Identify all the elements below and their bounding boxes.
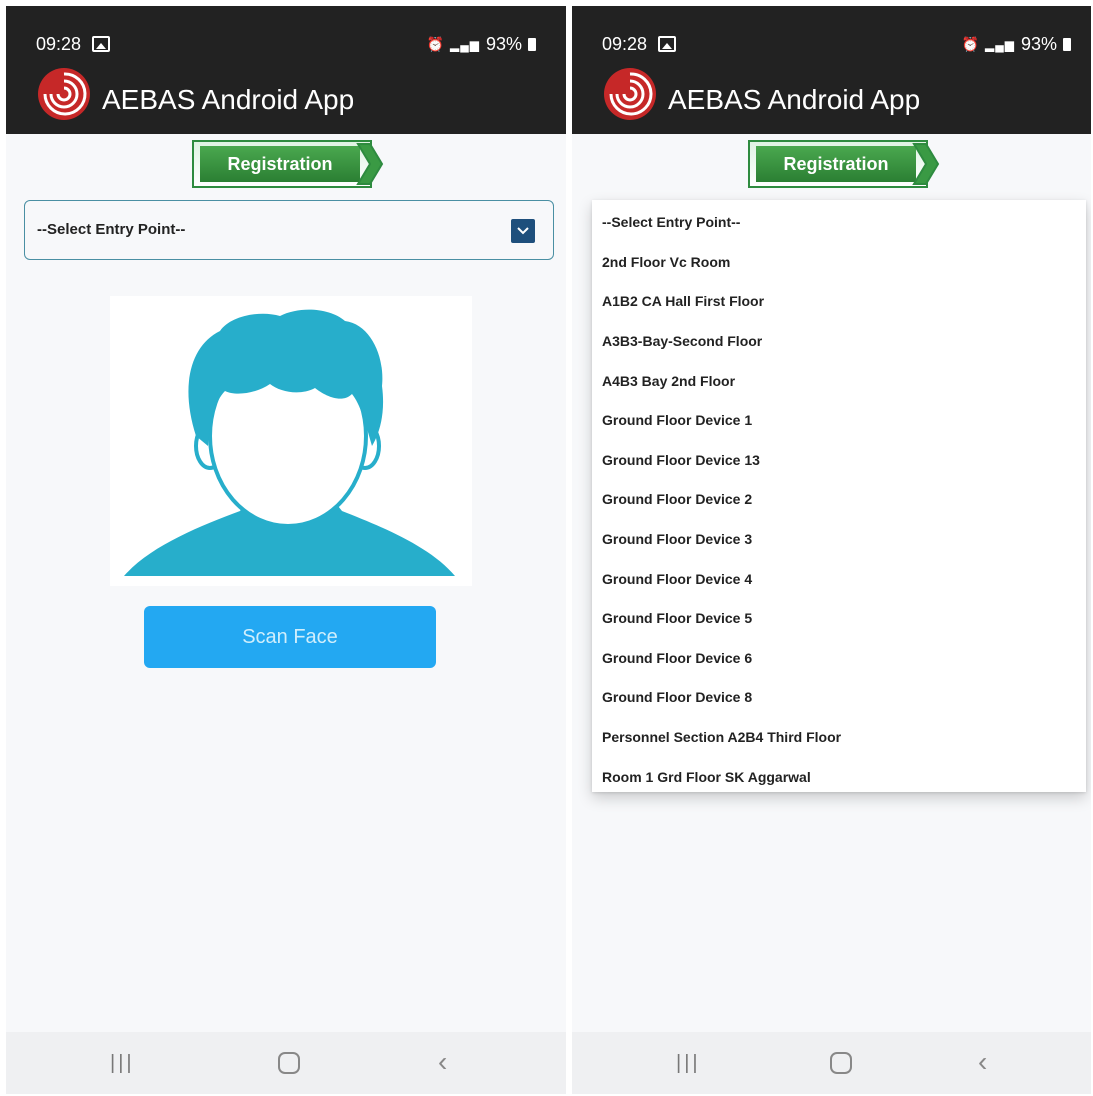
entry-point-select[interactable]: --Select Entry Point-- bbox=[24, 200, 554, 260]
dropdown-option[interactable]: A1B2 CA Hall First Floor bbox=[602, 282, 764, 321]
home-icon[interactable] bbox=[278, 1052, 300, 1074]
system-nav-bar: ||| ‹ bbox=[572, 1032, 1091, 1094]
fingerprint-logo-icon bbox=[604, 68, 656, 120]
face-placeholder bbox=[110, 296, 472, 586]
dropdown-option[interactable]: Ground Floor Device 13 bbox=[602, 441, 760, 480]
battery-icon bbox=[528, 38, 536, 51]
registration-screen-dropdown-open: 09:28 ⏰ ▂▄▆ 93% AEBAS Android App Regist… bbox=[572, 6, 1091, 1094]
back-icon[interactable]: ‹ bbox=[438, 1046, 447, 1078]
chevron-right-icon bbox=[912, 143, 940, 185]
signal-icon: ▂▄▆ bbox=[985, 37, 1015, 52]
entry-point-select-value: --Select Entry Point-- bbox=[37, 221, 186, 238]
scan-face-button[interactable]: Scan Face bbox=[144, 606, 436, 668]
registration-frame: Registration bbox=[748, 140, 928, 188]
dropdown-option[interactable]: Ground Floor Device 5 bbox=[602, 599, 752, 638]
app-title: AEBAS Android App bbox=[668, 84, 921, 115]
status-bar: 09:28 ⏰ ▂▄▆ 93% bbox=[6, 6, 566, 64]
dropdown-option[interactable]: Ground Floor Device 3 bbox=[602, 520, 752, 559]
recent-apps-icon[interactable]: ||| bbox=[676, 1052, 701, 1075]
chevron-right-icon bbox=[356, 143, 384, 185]
dropdown-option[interactable]: Ground Floor Device 8 bbox=[602, 678, 752, 717]
dropdown-option[interactable]: 2nd Floor Vc Room bbox=[602, 243, 730, 282]
status-indicators: ⏰ ▂▄▆ 93% bbox=[427, 34, 536, 55]
registration-screen: 09:28 ⏰ ▂▄▆ 93% AEBAS Android App Regist… bbox=[6, 6, 566, 1094]
status-bar: 09:28 ⏰ ▂▄▆ 93% bbox=[572, 6, 1091, 64]
dropdown-option[interactable]: Room 1 Grd Floor SK Aggarwal bbox=[602, 758, 811, 797]
alarm-icon: ⏰ bbox=[426, 36, 444, 52]
dropdown-option[interactable]: Personnel Section A2B4 Third Floor bbox=[602, 718, 841, 757]
dropdown-option[interactable]: Ground Floor Device 6 bbox=[602, 639, 752, 678]
dropdown-option[interactable]: --Select Entry Point-- bbox=[602, 203, 740, 242]
dropdown-button[interactable] bbox=[511, 219, 535, 243]
home-icon[interactable] bbox=[830, 1052, 852, 1074]
registration-label: Registration bbox=[756, 146, 916, 182]
chevron-down-icon bbox=[517, 227, 529, 235]
app-bar: AEBAS Android App bbox=[6, 64, 566, 134]
gallery-notification-icon bbox=[658, 36, 676, 52]
registration-frame: Registration bbox=[192, 140, 372, 188]
person-silhouette-icon bbox=[124, 309, 455, 576]
signal-icon: ▂▄▆ bbox=[450, 37, 480, 52]
status-time: 09:28 bbox=[36, 34, 82, 54]
alarm-icon: ⏰ bbox=[961, 36, 979, 52]
battery-icon bbox=[1063, 38, 1071, 51]
gallery-notification-icon bbox=[92, 36, 110, 52]
status-time: 09:28 bbox=[602, 34, 648, 54]
app-title: AEBAS Android App bbox=[102, 84, 355, 115]
recent-apps-icon[interactable]: ||| bbox=[110, 1052, 135, 1075]
dropdown-option[interactable]: A4B3 Bay 2nd Floor bbox=[602, 362, 735, 401]
dropdown-option[interactable]: A3B3-Bay-Second Floor bbox=[602, 322, 762, 361]
entry-point-dropdown-list: --Select Entry Point-- 2nd Floor Vc Room… bbox=[592, 200, 1086, 792]
status-indicators: ⏰ ▂▄▆ 93% bbox=[962, 34, 1071, 55]
fingerprint-logo-icon bbox=[38, 68, 90, 120]
dropdown-option[interactable]: Ground Floor Device 4 bbox=[602, 560, 752, 599]
system-nav-bar: ||| ‹ bbox=[6, 1032, 566, 1094]
registration-label: Registration bbox=[200, 146, 360, 182]
dropdown-option[interactable]: Ground Floor Device 2 bbox=[602, 480, 752, 519]
dropdown-option[interactable]: Ground Floor Device 1 bbox=[602, 401, 752, 440]
back-icon[interactable]: ‹ bbox=[978, 1046, 987, 1078]
battery-level: 93% bbox=[485, 34, 522, 54]
battery-level: 93% bbox=[1020, 34, 1057, 54]
app-bar: AEBAS Android App bbox=[572, 64, 1091, 134]
